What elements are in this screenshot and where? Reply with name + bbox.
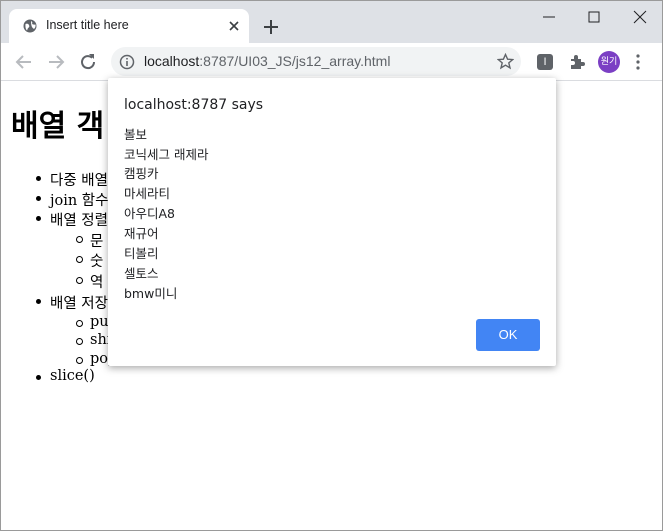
dialog-message-line: 티볼리 [124,246,159,261]
url-text[interactable]: localhost:8787/UI03_JS/js12_array.html [144,53,390,69]
browser-tab[interactable]: Insert title here [9,9,249,43]
reload-icon[interactable] [78,52,98,72]
close-window-icon[interactable] [632,9,648,25]
profile-avatar[interactable]: 원기 [598,51,620,73]
list-item: 배열 정렬 [36,209,108,230]
new-tab-plus-icon[interactable] [262,18,280,36]
browser-toolbar: localhost:8787/UI03_JS/js12_array.html I… [1,43,662,81]
dialog-message-line: 코닉세그 래제라 [124,147,209,162]
menu-dots-icon[interactable] [635,53,641,71]
url-path: :8787/UI03_JS/js12_array.html [199,53,391,69]
extensions-puzzle-icon[interactable] [568,53,586,71]
forward-arrow-icon[interactable] [46,52,66,72]
ok-button[interactable]: OK [476,319,540,351]
alert-dialog: localhost:8787 says 볼보 코닉세그 래제라 캠핑카 마세라티… [108,78,556,366]
list-item: join 함수 [36,189,109,210]
back-arrow-icon[interactable] [14,52,34,72]
dialog-message-line: 마세라티 [124,186,171,201]
minimize-icon[interactable] [541,9,557,25]
sub-list-item: 문 [75,230,103,251]
extension-icon[interactable]: I [537,54,553,70]
bookmark-star-icon[interactable] [497,53,514,70]
dialog-message-line: 재규어 [124,226,159,241]
sub-list-item: 숫 [75,250,103,271]
maximize-icon[interactable] [586,9,602,25]
dialog-message-line: 볼보 [124,127,148,142]
url-host: localhost [144,53,200,69]
info-icon[interactable] [119,54,135,70]
dialog-message-line: 아우디A8 [124,206,176,221]
dialog-message-line: 캠핑카 [124,166,159,181]
browser-window: Insert title here localhost:8787/UI03_JS… [0,0,663,531]
tab-strip: Insert title here [1,1,662,43]
list-item: 다중 배열 [36,169,108,190]
list-item: 배열 저장 [36,292,108,313]
dialog-title: localhost:8787 says [124,97,264,113]
close-tab-icon[interactable] [227,19,241,33]
dialog-message-line: 셀토스 [124,266,159,281]
address-bar[interactable]: localhost:8787/UI03_JS/js12_array.html [111,47,521,76]
sub-list-item: 역 [75,271,103,292]
globe-icon [23,19,37,33]
page-heading: 배열 객 [11,109,105,144]
list-item: slice() [36,368,95,384]
dialog-message-line: bmw미니 [124,286,178,301]
tab-title: Insert title here [46,18,129,32]
